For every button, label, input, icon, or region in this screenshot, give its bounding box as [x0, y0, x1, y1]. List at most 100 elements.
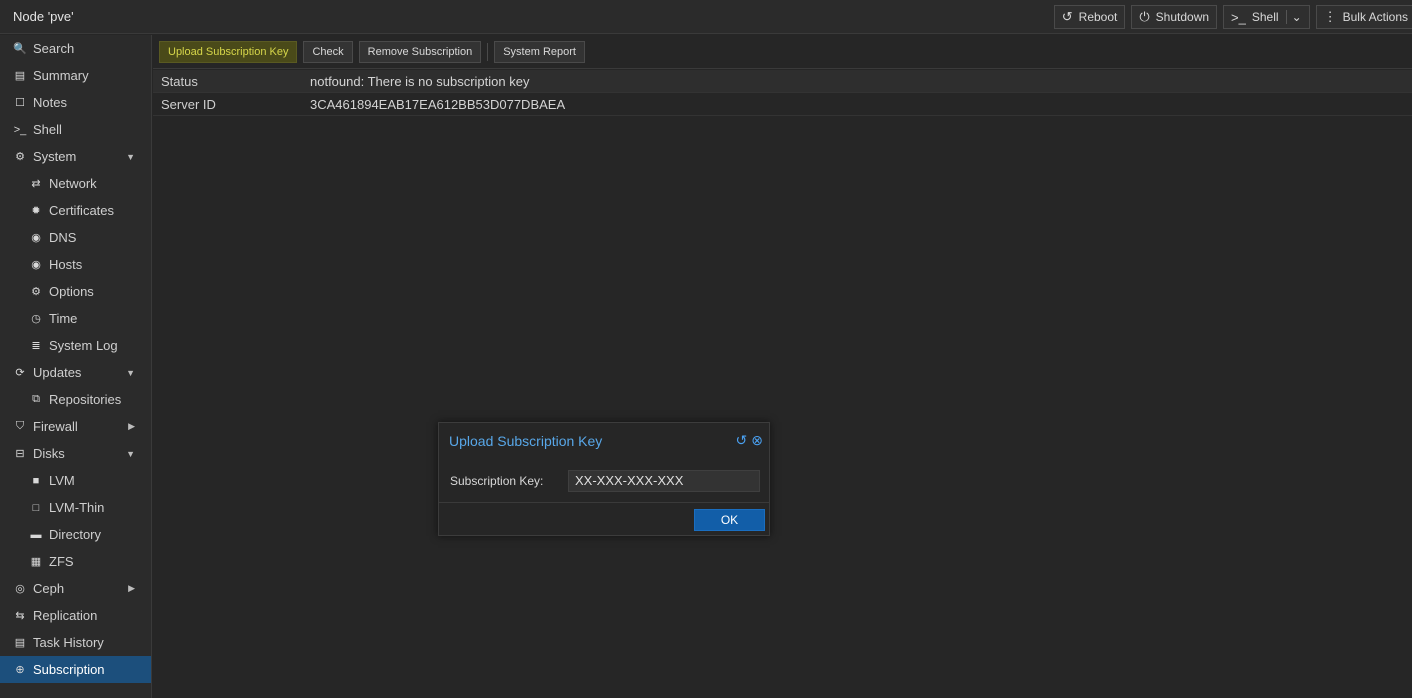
note-icon: ☐ [15, 97, 25, 109]
check-button[interactable]: Check [303, 40, 353, 63]
dialog-tools: ↺ ⊗ [736, 432, 763, 449]
subscription-info-grid: Status notfound: There is no subscriptio… [153, 70, 1412, 116]
power-icon: ⏻ [1139, 9, 1150, 24]
upload-subscription-key-button[interactable]: Upload Subscription Key [159, 40, 298, 63]
shutdown-button[interactable]: ⏻ Shutdown [1131, 5, 1218, 29]
search-icon: 🔍 [13, 43, 27, 55]
upload-subscription-key-dialog: Upload Subscription Key ↺ ⊗ Subscription… [438, 422, 770, 536]
sidebar-item-dns[interactable]: ◉ DNS [0, 224, 151, 251]
cogs-icon: ⚙ [15, 151, 25, 163]
shield-icon: ⛉ [15, 420, 25, 432]
sidebar-item-label: Shell [33, 122, 62, 137]
row-value: notfound: There is no subscription key [310, 73, 530, 89]
sidebar-item-label: LVM-Thin [49, 500, 105, 515]
table-row[interactable]: Server ID 3CA461894EAB17EA612BB53D077DBA… [153, 93, 1412, 116]
list-alt-icon: ▤ [14, 637, 26, 649]
globe-icon: ◉ [31, 259, 41, 271]
sidebar-item-lvm-thin[interactable]: □ LVM-Thin [0, 494, 151, 521]
support-icon: ⊕ [15, 664, 25, 676]
sidebar-item-system-log[interactable]: ≣ System Log [0, 332, 151, 359]
row-key: Server ID [161, 96, 216, 112]
clock-icon: ◷ [31, 313, 41, 325]
sidebar-item-label: Repositories [49, 392, 122, 407]
sidebar-item-repositories[interactable]: ⧉ Repositories [0, 386, 151, 413]
sidebar-item-directory[interactable]: ▬ Directory [0, 521, 151, 548]
expanded-arrow-icon[interactable]: ▼ [126, 368, 135, 378]
ok-button[interactable]: OK [694, 509, 765, 531]
sidebar-item-label: Directory [49, 527, 102, 542]
sidebar-item-certificates[interactable]: ✹ Certificates [0, 197, 151, 224]
sidebar-item-network[interactable]: ⇄ Network [0, 170, 151, 197]
sidebar-item-disks[interactable]: ⊟ Disks ▼ [0, 440, 151, 467]
sidebar-item-shell[interactable]: >_ Shell [0, 116, 151, 143]
bulk-actions-label: Bulk Actions [1342, 10, 1408, 24]
bulk-actions-button[interactable]: ⋮ Bulk Actions [1315, 5, 1412, 29]
reboot-icon: ↺ [1061, 9, 1073, 24]
sidebar-item-time[interactable]: ◷ Time [0, 305, 151, 332]
sidebar-item-lvm[interactable]: ■ LVM [0, 467, 151, 494]
sidebar-item-hosts[interactable]: ◉ Hosts [0, 251, 151, 278]
sidebar-item-label: Ceph [33, 581, 65, 596]
dialog-body: Subscription Key: [439, 459, 769, 503]
collapsed-arrow-icon[interactable]: ▶ [128, 583, 135, 594]
sidebar-item-notes[interactable]: ☐ Notes [0, 89, 151, 116]
toolbar-separator [487, 42, 489, 61]
sidebar-item-subscription[interactable]: ⊕ Subscription [0, 656, 151, 683]
square-filled-icon: ■ [32, 474, 40, 487]
shell-button[interactable]: >_ Shell ⌄ [1223, 5, 1310, 29]
sidebar-item-task-history[interactable]: ▤ Task History [0, 629, 151, 656]
exchange-icon: ⇄ [31, 178, 41, 190]
sidebar-item-zfs[interactable]: ▦ ZFS [0, 548, 151, 575]
subscription-toolbar: Upload Subscription Key Check Remove Sub… [153, 35, 1412, 69]
expanded-arrow-icon[interactable]: ▼ [126, 449, 135, 459]
sidebar-item-updates[interactable]: ⟳ Updates ▼ [0, 359, 151, 386]
sidebar-item-label: ZFS [49, 554, 74, 569]
dialog-header[interactable]: Upload Subscription Key ↺ ⊗ [439, 423, 769, 459]
sidebar-item-label: DNS [49, 230, 77, 245]
sidebar-item-replication[interactable]: ⇆ Replication [0, 602, 151, 629]
sidebar-item-label: Network [49, 176, 97, 191]
retweet-icon: ⇆ [15, 610, 25, 622]
dialog-footer: OK [439, 503, 769, 536]
reset-icon[interactable]: ↺ [736, 432, 748, 449]
ceph-icon: ◎ [15, 583, 25, 595]
gear-icon: ⚙ [31, 286, 41, 298]
close-icon[interactable]: ⊗ [751, 432, 763, 449]
sidebar-item-label: Summary [33, 68, 89, 83]
subscription-key-input[interactable] [568, 469, 760, 492]
sidebar-item-label: Disks [33, 446, 65, 461]
sidebar-item-ceph[interactable]: ◎ Ceph ▶ [0, 575, 151, 602]
book-icon: ▤ [14, 70, 26, 82]
row-value: 3CA461894EAB17EA612BB53D077DBAEA [310, 96, 566, 112]
sidebar-item-system[interactable]: ⚙ System ▼ [0, 143, 151, 170]
terminal-icon: >_ [13, 123, 27, 136]
reboot-label: Reboot [1078, 10, 1118, 24]
remove-subscription-button[interactable]: Remove Subscription [358, 40, 482, 63]
th-large-icon: ▦ [30, 556, 42, 568]
reboot-button[interactable]: ↺ Reboot [1053, 5, 1126, 29]
dialog-title: Upload Subscription Key [449, 433, 603, 449]
sidebar-item-label: Notes [33, 95, 67, 110]
table-row[interactable]: Status notfound: There is no subscriptio… [153, 70, 1412, 93]
folder-icon: ▬ [30, 528, 42, 541]
system-report-button[interactable]: System Report [494, 40, 585, 63]
certificate-icon: ✹ [31, 205, 41, 217]
sidebar-item-options[interactable]: ⚙ Options [0, 278, 151, 305]
sidebar-item-search[interactable]: 🔍 Search [0, 35, 151, 62]
chevron-down-icon[interactable]: ⌄ [1292, 10, 1302, 24]
sidebar-item-label: LVM [49, 473, 75, 488]
hdd-icon: ⊟ [15, 448, 25, 460]
subscription-key-label: Subscription Key: [450, 473, 544, 488]
node-header-bar: Node 'pve' ↺ Reboot ⏻ Shutdown >_ Shell … [0, 0, 1412, 34]
sidebar-item-summary[interactable]: ▤ Summary [0, 62, 151, 89]
sidebar-item-label: Subscription [33, 662, 105, 677]
sidebar-item-firewall[interactable]: ⛉ Firewall ▶ [0, 413, 151, 440]
node-title: Node 'pve' [13, 9, 74, 24]
expanded-arrow-icon[interactable]: ▼ [126, 152, 135, 162]
sidebar-item-label: Replication [33, 608, 98, 623]
files-icon: ⧉ [32, 393, 40, 405]
sidebar-item-label: Hosts [49, 257, 83, 272]
collapsed-arrow-icon[interactable]: ▶ [128, 421, 135, 432]
kebab-menu-icon: ⋮ [1323, 9, 1337, 24]
sidebar-item-label: Time [49, 311, 78, 326]
